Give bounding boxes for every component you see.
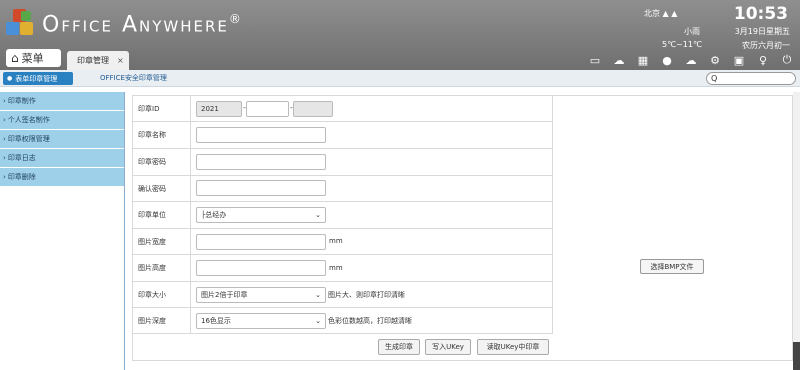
seal-form: 印章ID 2021 - - 印章名称 印章密码 确认密码 印章单位 ├总经办 ⌄ … — [132, 95, 793, 361]
sidebar: › 印章制作 › 个人签名制作 › 印章权限管理 › 印章日志 › 印章删除 — [0, 92, 125, 370]
form-row-image-height: 图片高度 mm — [133, 255, 552, 282]
app-header: Office Anywhere® 北京 ▲ ▲ 10:53 小雨 3月19日星期… — [0, 0, 800, 70]
bullet-icon: ● — [7, 75, 13, 82]
chevron-right-icon: › — [3, 154, 6, 162]
monitor-icon[interactable]: ▭ — [588, 53, 602, 67]
form-row-image-depth: 图片深度 16色显示 ⌄ 色彩位数越高，打印越清晰 — [133, 308, 552, 334]
chevron-right-icon: › — [3, 173, 6, 181]
sidebar-item-seal-permission[interactable]: › 印章权限管理 — [0, 130, 124, 149]
form-row-image-width: 图片宽度 mm — [133, 229, 552, 255]
search-input[interactable]: Q — [706, 72, 796, 85]
form-row-seal-size: 印章大小 图片2倍于印章 ⌄ 图片大、则印章打印清晰 — [133, 282, 552, 308]
seal-id-label: 印章ID — [133, 96, 191, 121]
seal-id-suffix-field — [293, 101, 333, 117]
seal-id-year-field: 2021 — [196, 101, 242, 117]
width-unit: mm — [329, 237, 343, 245]
sidebar-item-seal-delete[interactable]: › 印章删除 — [0, 168, 124, 187]
preview-pane — [552, 96, 792, 334]
form-row-confirm-password: 确认密码 — [133, 176, 552, 202]
chevron-down-icon: ⌄ — [315, 317, 321, 325]
password-field[interactable] — [196, 154, 326, 170]
chevron-right-icon: › — [3, 116, 6, 124]
temperature-text: 5℃~11℃ — [662, 40, 702, 49]
seal-id-middle-field[interactable] — [246, 101, 289, 117]
seal-name-label: 印章名称 — [133, 122, 191, 148]
image-height-label: 图片高度 — [133, 255, 191, 281]
seal-size-select[interactable]: 图片2倍于印章 ⌄ — [196, 287, 326, 303]
form-row-seal-name: 印章名称 — [133, 122, 552, 149]
image-depth-label: 图片深度 — [133, 308, 191, 333]
image-width-field[interactable] — [196, 234, 326, 250]
height-unit: mm — [329, 264, 343, 272]
close-icon[interactable]: × — [117, 56, 124, 65]
seal-unit-select[interactable]: ├总经办 ⌄ — [196, 207, 326, 223]
seal-size-label: 印章大小 — [133, 282, 191, 307]
sidebar-item-signature-make[interactable]: › 个人签名制作 — [0, 111, 124, 130]
password-label: 印章密码 — [133, 149, 191, 175]
image-width-label: 图片宽度 — [133, 229, 191, 254]
city-label[interactable]: 北京 ▲ ▲ — [644, 8, 677, 19]
sidebar-item-seal-make[interactable]: › 印章制作 — [0, 92, 124, 111]
image-height-field[interactable] — [196, 260, 326, 276]
seal-name-field[interactable] — [196, 127, 326, 143]
toolbar: ▭ ☁ ▦ ● ☁ ⚙ ▣ ♀ ⏻ — [588, 53, 794, 67]
menu-label: 菜单 — [21, 52, 44, 65]
date-text: 3月19日星期五 — [734, 27, 790, 36]
weather-text: 小雨 — [684, 27, 700, 36]
cloud-icon[interactable]: ☁ — [684, 53, 698, 67]
tab-office-seal-management[interactable]: OFFICE安全印章管理 — [100, 73, 167, 83]
weather-clock-panel: 北京 ▲ ▲ 10:53 小雨 3月19日星期五 5℃~11℃ 农历六月初一 — [642, 4, 792, 50]
sidebar-item-seal-log[interactable]: › 印章日志 — [0, 149, 124, 168]
chevron-right-icon: › — [3, 97, 6, 105]
chevron-down-icon: ⌄ — [315, 291, 321, 299]
key-icon[interactable]: ♀ — [756, 53, 770, 67]
tab-seal-management[interactable]: 印章管理 × — [67, 51, 129, 70]
image-depth-hint: 色彩位数越高，打印越清晰 — [328, 317, 412, 325]
logo-icon — [6, 8, 36, 38]
form-row-seal-unit: 印章单位 ├总经办 ⌄ — [133, 202, 552, 229]
scrollbar-thumb[interactable] — [793, 342, 800, 370]
app-title: Office Anywhere® — [42, 12, 243, 38]
clock: 10:53 — [733, 4, 788, 24]
confirm-password-label: 确认密码 — [133, 176, 191, 201]
image-depth-select[interactable]: 16色显示 ⌄ — [196, 313, 326, 329]
search-icon: Q — [711, 74, 718, 83]
power-icon[interactable]: ⏻ — [780, 53, 794, 67]
confirm-password-field[interactable] — [196, 180, 326, 196]
tab-label: 印章管理 — [77, 56, 109, 65]
form-row-seal-id: 印章ID 2021 - - — [133, 96, 552, 122]
grid-icon[interactable]: ▦ — [636, 53, 650, 67]
write-ukey-button[interactable]: 写入UKey — [425, 339, 471, 355]
user-icon[interactable]: ● — [660, 53, 674, 67]
select-bmp-button[interactable]: 选择BMP文件 — [640, 259, 704, 274]
form-row-password: 印章密码 — [133, 149, 552, 176]
sub-navigation: ● 表单印章管理 OFFICE安全印章管理 Q — [0, 70, 800, 87]
gear-icon[interactable]: ⚙ — [708, 53, 722, 67]
chevron-right-icon: › — [3, 135, 6, 143]
seal-unit-label: 印章单位 — [133, 202, 191, 228]
menu-button[interactable]: ⌂ 菜单 — [6, 49, 61, 67]
lunar-date-text: 农历六月初一 — [742, 41, 790, 50]
expand-icon: ▲ ▲ — [662, 9, 678, 18]
generate-seal-button[interactable]: 生成印章 — [378, 339, 420, 355]
shirt-icon[interactable]: ▣ — [732, 53, 746, 67]
cloud-up-icon[interactable]: ☁ — [612, 53, 626, 67]
scrollbar[interactable] — [793, 92, 800, 370]
chevron-down-icon: ⌄ — [315, 211, 321, 219]
home-icon: ⌂ — [11, 51, 19, 65]
tab-form-seal-management[interactable]: ● 表单印章管理 — [3, 72, 73, 85]
read-ukey-button[interactable]: 读取UKey中印章 — [477, 339, 549, 355]
seal-size-hint: 图片大、则印章打印清晰 — [328, 291, 405, 299]
